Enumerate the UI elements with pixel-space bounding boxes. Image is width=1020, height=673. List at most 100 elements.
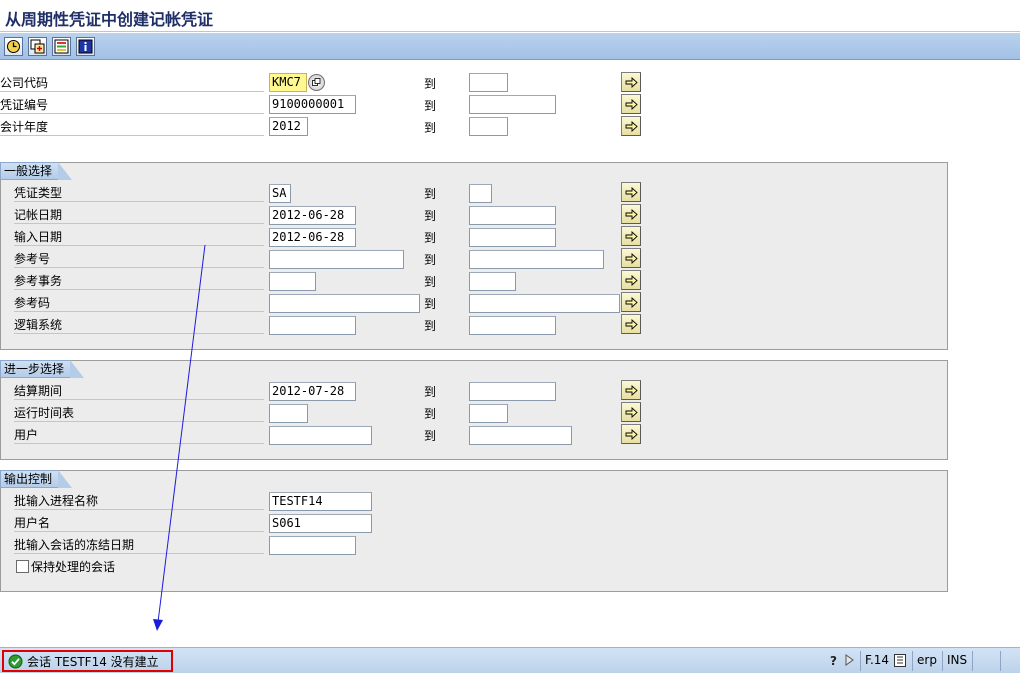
- to-label: 到: [424, 121, 437, 135]
- system-info-icon[interactable]: [894, 654, 906, 670]
- get-variant-icon: [30, 39, 45, 54]
- multiple-selection-button[interactable]: [621, 380, 641, 400]
- multiple-selection-button[interactable]: [621, 402, 641, 422]
- multiple-selection-button[interactable]: [621, 248, 641, 268]
- logical-system-to-input[interactable]: [469, 316, 556, 335]
- multiple-selection-button[interactable]: [621, 226, 641, 246]
- multiple-selection-button[interactable]: [621, 204, 641, 224]
- to-label: 到: [424, 77, 437, 91]
- company-code-from-input[interactable]: KMC7: [269, 73, 307, 92]
- keep-session-checkbox[interactable]: [16, 560, 29, 573]
- fiscal-year-from-input[interactable]: 2012: [269, 117, 308, 136]
- group-title: 一般选择: [0, 162, 73, 180]
- arrow-right-icon: [625, 230, 638, 242]
- arrow-right-icon: [625, 428, 638, 440]
- entry-date-from-input[interactable]: 2012-06-28: [269, 228, 356, 247]
- reference-to-input[interactable]: [469, 250, 604, 269]
- selection-options-button[interactable]: [52, 37, 71, 56]
- doc-type-from-input[interactable]: SA: [269, 184, 291, 203]
- entry-date-label: 输入日期: [14, 230, 264, 246]
- doc-number-label: 凭证编号: [0, 98, 264, 114]
- reference-from-input[interactable]: [269, 250, 404, 269]
- run-schedule-from-input[interactable]: [269, 404, 308, 423]
- multiple-selection-button[interactable]: [621, 292, 641, 312]
- lock-date-input[interactable]: [269, 536, 356, 555]
- status-bar: 会话 TESTF14 没有建立 ? F.14 erp INS: [0, 647, 1020, 673]
- matchcode-button[interactable]: [308, 74, 325, 91]
- matchcode-icon: [312, 78, 321, 86]
- arrow-right-icon: [625, 318, 638, 330]
- reference-label: 参考号: [14, 252, 264, 268]
- arrow-right-icon: [625, 384, 638, 396]
- fiscal-year-to-input[interactable]: [469, 117, 508, 136]
- user-from-input[interactable]: [269, 426, 372, 445]
- to-label: 到: [424, 319, 437, 333]
- settlement-period-from-input[interactable]: 2012-07-28: [269, 382, 356, 401]
- to-label: 到: [424, 253, 437, 267]
- keep-session-label: 保持处理的会话: [31, 560, 116, 574]
- user-name-input[interactable]: S061: [269, 514, 372, 533]
- title-bar: 从周期性凭证中创建记帐凭证: [0, 0, 1020, 32]
- info-button[interactable]: [76, 37, 95, 56]
- fiscal-year-label: 会计年度: [0, 120, 264, 136]
- group-title: 输出控制: [0, 470, 73, 488]
- status-message: 会话 TESTF14 没有建立: [27, 654, 159, 669]
- company-code-label: 公司代码: [0, 76, 264, 92]
- status-empty-cell: [972, 651, 1000, 671]
- multiple-selection-button[interactable]: [621, 182, 641, 202]
- user-name-label: 用户名: [14, 516, 264, 532]
- multiple-selection-button[interactable]: [621, 424, 641, 444]
- batch-session-input[interactable]: TESTF14: [269, 492, 372, 511]
- arrow-right-icon: [625, 98, 638, 110]
- selection-options-icon: [54, 39, 69, 54]
- arrow-right-icon: [625, 208, 638, 220]
- group-title: 进一步选择: [0, 360, 85, 378]
- settlement-period-to-input[interactable]: [469, 382, 556, 401]
- resize-grip[interactable]: [1000, 651, 1020, 671]
- ref-transaction-to-input[interactable]: [469, 272, 516, 291]
- success-check-icon: [8, 654, 23, 668]
- ref-key-to-input[interactable]: [469, 294, 620, 313]
- to-label: 到: [424, 187, 437, 201]
- run-schedule-to-input[interactable]: [469, 404, 508, 423]
- play-icon[interactable]: [845, 654, 854, 669]
- multiple-selection-button[interactable]: [621, 72, 641, 92]
- ref-key-label: 参考码: [14, 296, 264, 312]
- execute-button[interactable]: [4, 37, 23, 56]
- to-label: 到: [424, 209, 437, 223]
- ref-key-from-input[interactable]: [269, 294, 420, 313]
- lock-date-label: 批输入会话的冻结日期: [14, 538, 264, 554]
- doc-number-from-input[interactable]: 9100000001: [269, 95, 356, 114]
- get-variant-button[interactable]: [28, 37, 47, 56]
- to-label: 到: [424, 231, 437, 245]
- multiple-selection-button[interactable]: [621, 270, 641, 290]
- to-label: 到: [424, 429, 437, 443]
- batch-session-label: 批输入进程名称: [14, 494, 264, 510]
- multiple-selection-button[interactable]: [621, 116, 641, 136]
- ref-transaction-label: 参考事务: [14, 274, 264, 290]
- settlement-period-label: 结算期间: [14, 384, 264, 400]
- arrow-right-icon: [625, 186, 638, 198]
- user-to-input[interactable]: [469, 426, 572, 445]
- doc-number-to-input[interactable]: [469, 95, 556, 114]
- user-label: 用户: [14, 428, 264, 444]
- multiple-selection-button[interactable]: [621, 314, 641, 334]
- arrow-right-icon: [625, 252, 638, 264]
- transaction-code: F.14: [860, 651, 889, 671]
- ref-transaction-from-input[interactable]: [269, 272, 316, 291]
- entry-date-to-input[interactable]: [469, 228, 556, 247]
- page-title: 从周期性凭证中创建记帐凭证: [5, 10, 214, 29]
- posting-date-to-input[interactable]: [469, 206, 556, 225]
- info-icon: [78, 39, 93, 54]
- arrow-right-icon: [625, 120, 638, 132]
- logical-system-from-input[interactable]: [269, 316, 356, 335]
- status-message-box[interactable]: 会话 TESTF14 没有建立: [2, 650, 173, 672]
- system-name: erp: [912, 651, 937, 671]
- help-icon[interactable]: ?: [829, 653, 841, 670]
- posting-date-from-input[interactable]: 2012-06-28: [269, 206, 356, 225]
- company-code-to-input[interactable]: [469, 73, 508, 92]
- posting-date-label: 记帐日期: [14, 208, 264, 224]
- doc-type-to-input[interactable]: [469, 184, 492, 203]
- multiple-selection-button[interactable]: [621, 94, 641, 114]
- arrow-right-icon: [625, 274, 638, 286]
